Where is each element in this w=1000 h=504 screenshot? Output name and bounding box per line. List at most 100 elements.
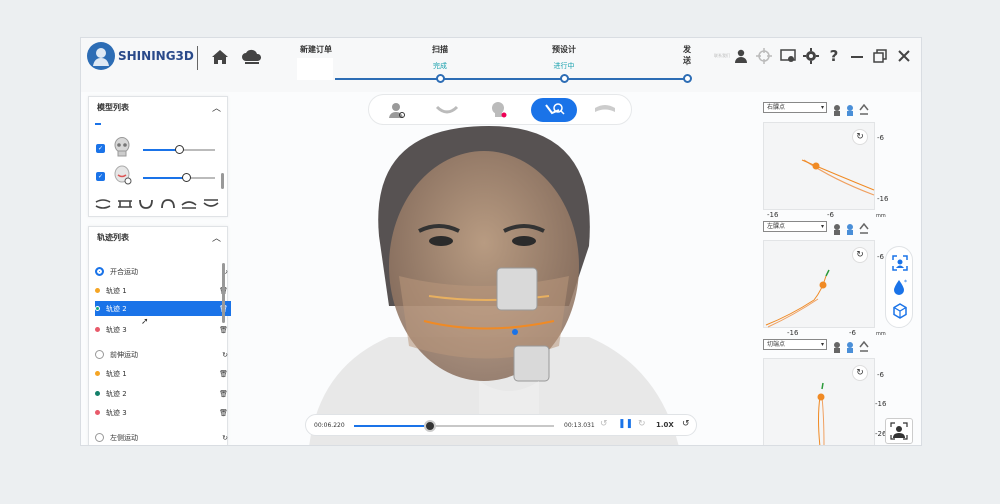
refresh-icon[interactable]: ↻ xyxy=(222,434,228,442)
point-select-incisal[interactable]: 切端点 ▾ xyxy=(763,339,827,350)
model-list-panel: 模型列表 ︿ ✓ ✓ xyxy=(88,96,228,217)
partial-item xyxy=(95,123,101,125)
jaw-slider-knob[interactable] xyxy=(182,173,191,182)
gear-icon[interactable] xyxy=(803,48,819,64)
trash-icon[interactable]: 🗑 xyxy=(219,390,228,398)
face-scan-model xyxy=(309,126,679,445)
tick-label: -6 xyxy=(877,253,884,261)
cloud-icon[interactable] xyxy=(241,46,263,68)
model-checkbox-skull[interactable]: ✓ xyxy=(96,144,105,153)
arch-split-icon[interactable] xyxy=(117,199,133,209)
contact-link[interactable]: 联系我们 xyxy=(714,53,730,59)
playback-scrubber[interactable] xyxy=(424,420,436,432)
drop-color-icon[interactable]: * xyxy=(893,279,907,299)
reset-view-icon[interactable]: ↻ xyxy=(852,129,868,145)
rewind-icon[interactable]: ↺ xyxy=(600,419,608,429)
track-color-dot xyxy=(95,327,100,332)
trash-icon[interactable]: 🗑 xyxy=(219,326,228,334)
jaw-motion-view-icon[interactable] xyxy=(531,98,577,122)
track-row[interactable]: 轨迹 3 🗑 xyxy=(95,405,231,420)
track-row[interactable]: 轨迹 1 🗑 xyxy=(95,283,231,298)
step-title-predesign[interactable]: 预设计 xyxy=(552,44,576,55)
select-value: 切端点 xyxy=(767,341,786,348)
3d-viewport[interactable] xyxy=(229,126,749,445)
track-row-selected[interactable]: 轨迹 2 🗑 xyxy=(95,301,231,316)
chevron-up-icon[interactable]: ︿ xyxy=(212,231,221,244)
arch-upper-icon[interactable] xyxy=(95,199,111,209)
jaw-opacity-slider[interactable] xyxy=(143,173,215,182)
step-title-scan[interactable]: 扫描 xyxy=(432,44,448,55)
app-window: SHINING3D 新建订单 扫描 完成 预设计 进行中 发送 - 联系我们 ?… xyxy=(80,37,922,446)
skull-slider-knob[interactable] xyxy=(175,145,184,154)
refresh-icon[interactable]: ↻ xyxy=(222,351,228,359)
track-list-title: 轨迹列表 xyxy=(97,233,129,242)
model-list-scrollbar[interactable] xyxy=(221,173,224,189)
model-checkbox-jaw[interactable]: ✓ xyxy=(96,172,105,181)
select-value: 右髁点 xyxy=(767,104,786,111)
trajectory-plot-right-condyle: ↻ xyxy=(763,122,875,210)
replay-icon[interactable]: ↺ xyxy=(682,419,690,429)
pause-icon[interactable]: ❚❚ xyxy=(618,419,633,429)
group-left-lateral[interactable]: 左侧运动 ↻ xyxy=(95,430,231,445)
forward-icon[interactable]: ↻ xyxy=(638,419,646,429)
cube-icon[interactable] xyxy=(892,303,908,323)
chevron-down-icon: ▾ xyxy=(820,104,824,111)
playback-progress[interactable] xyxy=(354,420,554,432)
avatar-view-button[interactable] xyxy=(885,418,913,444)
tick-label: -16 xyxy=(875,400,887,408)
header-bar: SHINING3D 新建订单 扫描 完成 预设计 进行中 发送 - 联系我们 ? xyxy=(81,38,921,92)
home-icon[interactable] xyxy=(209,46,231,68)
step-title-new-order[interactable]: 新建订单 xyxy=(300,44,332,55)
point-select-right-condyle[interactable]: 右髁点 ▾ xyxy=(763,102,827,113)
skull-opacity-slider[interactable] xyxy=(143,145,215,154)
playback-bar: 00:06.220 00:13.031 ↺ ❚❚ ↻ 1.0X ↺ xyxy=(305,414,697,436)
track-row[interactable]: 轨迹 1 🗑 xyxy=(95,366,231,381)
track-list-panel: 轨迹列表 ︿ 开合运动 ↻ 轨迹 1 🗑 轨迹 2 🗑 轨迹 3 🗑 ➚ 前伸运… xyxy=(88,226,231,445)
radio-left-lateral[interactable] xyxy=(95,433,104,442)
reset-view-icon[interactable]: ↻ xyxy=(852,247,868,263)
reset-view-icon[interactable]: ↻ xyxy=(852,365,868,381)
face-align-icon[interactable] xyxy=(892,255,908,275)
arch-lower-icon[interactable] xyxy=(138,199,154,209)
trash-icon[interactable]: 🗑 xyxy=(219,370,228,378)
chevron-up-icon[interactable]: ︿ xyxy=(212,101,221,114)
upper-jaw-view-icon[interactable] xyxy=(431,98,463,122)
group-open-close[interactable]: 开合运动 ↻ xyxy=(95,264,231,279)
face-scan-view-icon[interactable] xyxy=(381,98,413,122)
model-list-title: 模型列表 xyxy=(97,103,129,112)
group-protrusion[interactable]: 前伸运动 ↻ xyxy=(95,347,231,362)
minimize-icon[interactable] xyxy=(849,48,865,64)
point-select-left-condyle[interactable]: 左髁点 ▾ xyxy=(763,221,827,232)
lower-arch-view-icon[interactable] xyxy=(589,98,621,122)
workflow-steps: 新建订单 扫描 完成 预设计 进行中 发送 - xyxy=(295,38,695,92)
mouse-cursor-icon: ➚ xyxy=(141,317,149,327)
tick-label: -16 xyxy=(877,195,889,203)
current-time: 00:06.220 xyxy=(314,422,345,429)
arch-right-icon[interactable] xyxy=(203,199,219,209)
help-icon[interactable]: ? xyxy=(826,47,842,65)
tick-label: -6 xyxy=(877,371,884,379)
target-icon[interactable] xyxy=(756,48,772,64)
right-floating-toolbar: * xyxy=(885,246,913,328)
track-row[interactable]: 轨迹 2 🗑 xyxy=(95,386,231,401)
user-icon[interactable] xyxy=(733,48,749,64)
chart-view-icons xyxy=(833,338,871,357)
arch-view-toolbar xyxy=(95,197,219,211)
tick-label: -6 xyxy=(849,329,856,337)
trash-icon[interactable]: 🗑 xyxy=(219,409,228,417)
close-icon[interactable] xyxy=(896,48,912,64)
group-label: 开合运动 xyxy=(110,267,138,276)
chart-view-icons xyxy=(833,101,871,120)
skull-slider-fill xyxy=(143,149,179,151)
track-color-dot xyxy=(95,371,100,376)
skull-view-icon[interactable] xyxy=(483,98,515,122)
radio-protrusion[interactable] xyxy=(95,350,104,359)
arch-front-icon[interactable] xyxy=(160,199,176,209)
radio-open-close[interactable] xyxy=(95,267,104,276)
arch-left-icon[interactable] xyxy=(181,199,197,209)
track-list-scrollbar[interactable] xyxy=(222,263,225,323)
speed-label[interactable]: 1.0X xyxy=(656,421,674,429)
restore-icon[interactable] xyxy=(872,48,888,64)
track-row[interactable]: 轨迹 3 🗑 xyxy=(95,322,231,337)
record-screen-icon[interactable] xyxy=(780,48,796,64)
